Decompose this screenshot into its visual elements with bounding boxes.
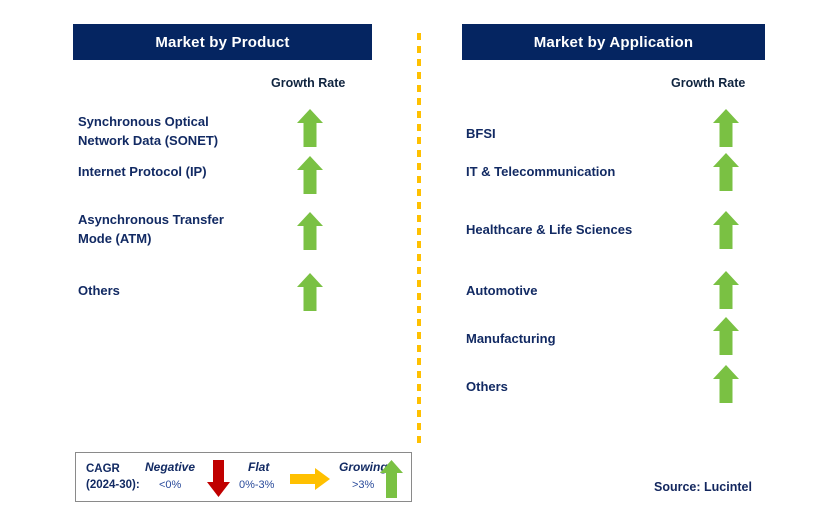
segment-label: Internet Protocol (IP) [78, 164, 207, 179]
column-header-market-by-product: Market by Product [73, 24, 372, 60]
legend-cagr-line2: (2024-30): [86, 479, 140, 491]
segment-label: BFSI [466, 126, 496, 141]
segment-label: Manufacturing [466, 331, 556, 346]
list-item: Automotive [466, 281, 538, 300]
legend-range-growing: >3% [352, 479, 375, 491]
segment-label: Asynchronous Transfer Mode (ATM) [78, 212, 224, 246]
list-item: BFSI [466, 124, 496, 143]
list-item: Internet Protocol (IP) [78, 162, 207, 181]
list-item: Healthcare & Life Sciences [466, 220, 632, 239]
arrow-up-icon [296, 155, 324, 195]
figure-canvas: Market by Product Growth Rate Synchronou… [0, 0, 829, 531]
arrow-up-icon [712, 108, 740, 148]
arrow-up-icon [712, 210, 740, 250]
source-note: Source: Lucintel [654, 480, 752, 494]
arrow-up-icon [712, 316, 740, 356]
arrow-down-icon [206, 458, 231, 503]
legend-range-negative: <0% [159, 479, 182, 491]
arrow-up-icon [296, 272, 324, 312]
list-item: Synchronous Optical Network Data (SONET) [78, 112, 218, 150]
legend-cagr-label: CAGR (2024-30): [86, 461, 140, 493]
arrow-up-icon [379, 459, 404, 504]
legend-title-flat: Flat [248, 460, 270, 474]
segment-label: IT & Telecommunication [466, 164, 616, 179]
arrow-up-icon [296, 211, 324, 251]
segment-label: Automotive [466, 283, 538, 298]
segment-label: Others [78, 283, 120, 298]
legend-title-negative: Negative [145, 460, 196, 474]
arrow-up-icon [712, 270, 740, 310]
list-item: Asynchronous Transfer Mode (ATM) [78, 210, 224, 248]
legend-box: CAGR (2024-30): Negative <0% Flat 0%-3% … [75, 452, 412, 502]
segment-label: Others [466, 379, 508, 394]
list-item: IT & Telecommunication [466, 162, 615, 181]
arrow-right-icon [289, 467, 331, 496]
arrow-up-icon [296, 108, 324, 148]
growth-rate-header-left: Growth Rate [271, 76, 346, 90]
list-item: Others [78, 281, 120, 300]
column-header-market-by-application: Market by Application [462, 24, 765, 60]
segment-label: Healthcare & Life Sciences [466, 222, 633, 237]
legend-cagr-line1: CAGR [86, 463, 120, 475]
legend-range-flat: 0%-3% [239, 479, 275, 491]
growth-rate-header-right: Growth Rate [671, 76, 746, 90]
list-item: Manufacturing [466, 329, 556, 348]
list-item: Others [466, 377, 508, 396]
vertical-dashed-divider [417, 33, 421, 448]
arrow-up-icon [712, 364, 740, 404]
segment-label: Synchronous Optical Network Data (SONET) [78, 114, 219, 148]
arrow-up-icon [712, 152, 740, 192]
